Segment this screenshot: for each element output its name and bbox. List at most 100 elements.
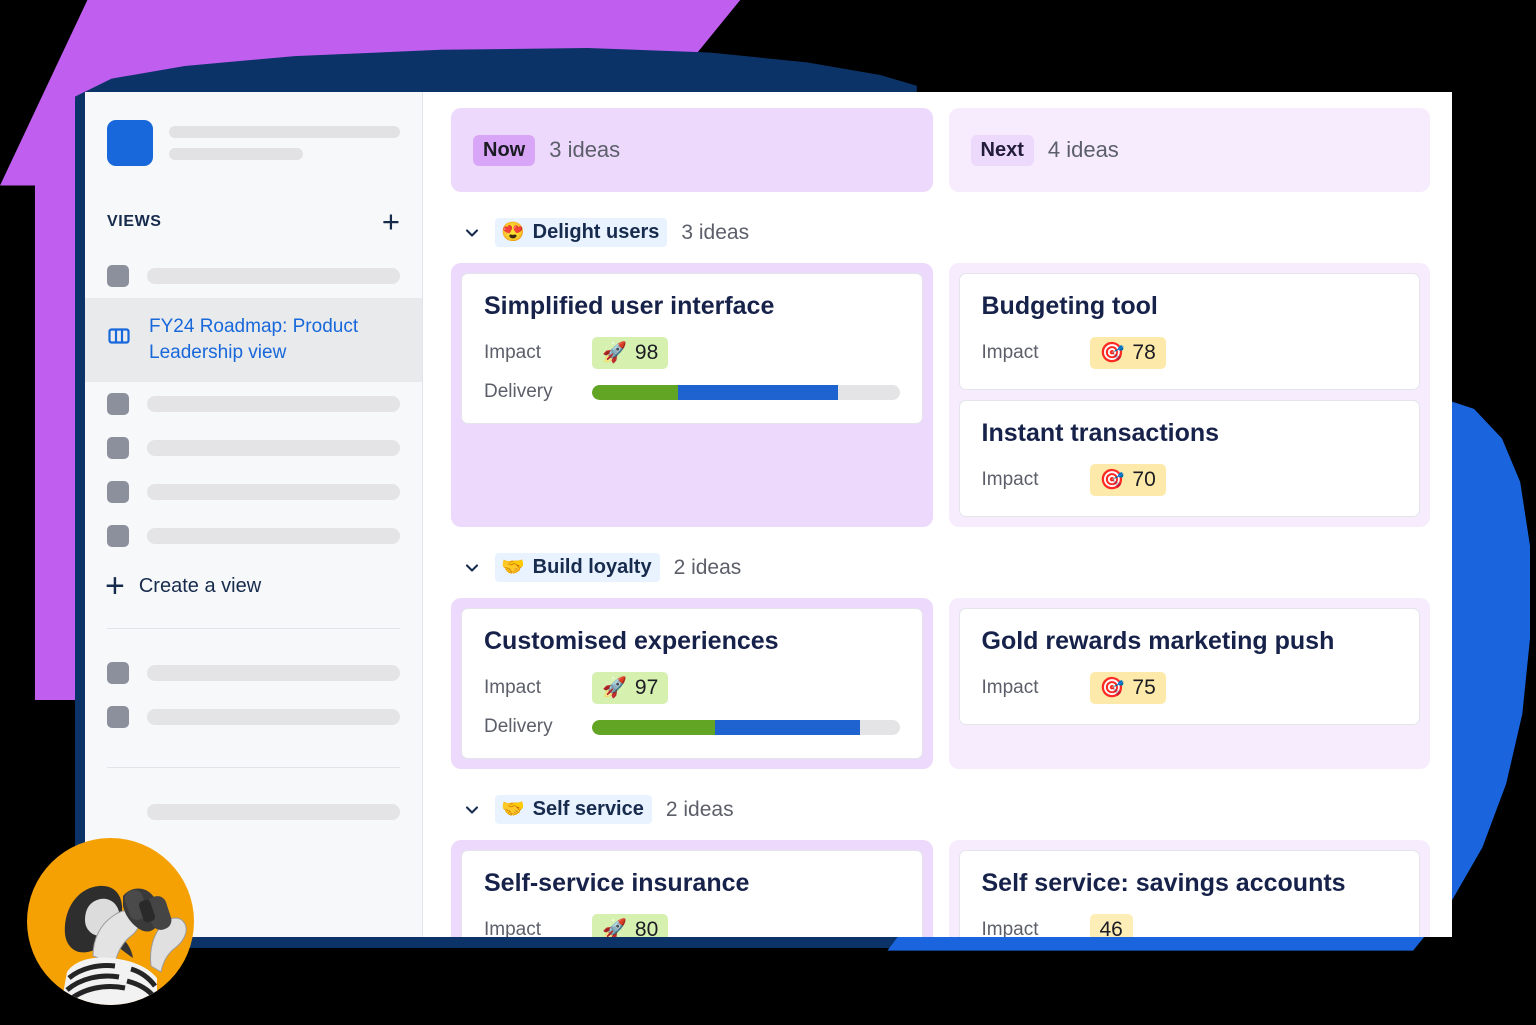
plus-icon: + (105, 567, 125, 605)
card-title: Self-service insurance (484, 869, 750, 897)
delivery-label: Delivery (484, 716, 553, 737)
idea-card[interactable]: Simplified user interface Impact 🚀 98 De… (461, 273, 923, 424)
sidebar-item-placeholder[interactable] (85, 254, 422, 298)
group-lanes: Self-service insurance Impact 🚀 80 Self … (451, 840, 1430, 937)
group-lanes: Simplified user interface Impact 🚀 98 De… (451, 263, 1430, 527)
delivery-label: Delivery (484, 381, 553, 402)
board-group-delight-users: 😍 Delight users 3 ideas Simplified user … (423, 192, 1452, 527)
sidebar-item-fy24-roadmap[interactable]: FY24 Roadmap: Product Leadership view (85, 298, 422, 382)
impact-badge[interactable]: 🎯 70 (1089, 464, 1166, 496)
column-pill-next: Next (970, 134, 1034, 166)
skeleton-line (147, 665, 400, 681)
column-count-now: 3 ideas (549, 137, 621, 162)
column-pill-now: Now (473, 134, 536, 166)
card-title: Gold rewards marketing push (981, 627, 1335, 655)
delivery-segment-progress (715, 719, 860, 735)
sidebar-views-list: FY24 Roadmap: Product Leadership view (85, 254, 422, 558)
sidebar-item-placeholder[interactable] (85, 695, 422, 739)
lane-next: Self service: savings accounts Impact 46 (948, 840, 1430, 937)
sidebar-item-placeholder[interactable] (85, 382, 422, 426)
impact-label: Impact (484, 342, 542, 363)
sidebar-item-placeholder[interactable] (85, 651, 422, 695)
group-tag-chip[interactable]: 🤝 Build loyalty (495, 553, 660, 582)
person-with-binoculars-avatar (27, 838, 194, 1005)
impact-value: 75 (1132, 676, 1156, 699)
skeleton-line (147, 528, 400, 544)
rocket-icon: 🚀 (602, 919, 627, 937)
delivery-progress-bar (592, 384, 900, 400)
card-impact-row: Impact 🎯 78 (982, 337, 1398, 369)
idea-card[interactable]: Budgeting tool Impact 🎯 78 (958, 273, 1420, 390)
sidebar-workspace-header[interactable] (85, 92, 422, 166)
idea-card[interactable]: Customised experiences Impact 🚀 97 Deliv… (461, 608, 923, 759)
smiling-face-with-hearts-icon: 😍 (501, 222, 525, 243)
group-header[interactable]: 🤝 Self service 2 ideas (451, 769, 1430, 824)
chevron-down-icon[interactable] (463, 224, 481, 242)
board-columns-icon (107, 324, 131, 348)
group-tag-chip[interactable]: 😍 Delight users (495, 218, 668, 247)
card-impact-row: Impact 🚀 98 (484, 337, 900, 369)
create-a-view-button[interactable]: + Create a view (85, 558, 422, 605)
chevron-down-icon[interactable] (463, 801, 481, 819)
sidebar-item-placeholder[interactable] (85, 790, 422, 834)
column-header-now[interactable]: Now 3 ideas (451, 108, 933, 192)
delivery-segment-progress (678, 384, 838, 400)
rocket-icon: 🚀 (602, 342, 627, 364)
sidebar-item-placeholder[interactable] (85, 514, 422, 558)
handshake-icon: 🤝 (501, 799, 525, 820)
impact-badge[interactable]: 🚀 98 (592, 337, 669, 369)
impact-label: Impact (981, 342, 1039, 363)
lane-now: Simplified user interface Impact 🚀 98 De… (451, 263, 933, 527)
impact-badge[interactable]: 🎯 78 (1089, 337, 1166, 369)
sidebar-item-label: FY24 Roadmap: Product Leadership view (149, 316, 359, 363)
screenshot-stage: VIEWS + FY24 Roadmap: Product Leadership… (0, 0, 1536, 1025)
card-impact-row: Impact 🚀 97 (484, 672, 900, 704)
card-impact-row: Impact 🎯 70 (982, 464, 1398, 496)
group-count: 3 ideas (681, 220, 750, 244)
card-impact-row: Impact 46 (982, 914, 1398, 937)
group-header[interactable]: 😍 Delight users 3 ideas (451, 192, 1430, 247)
sidebar-tertiary-list (85, 790, 422, 834)
add-view-plus-icon[interactable]: + (382, 206, 400, 237)
board-area: Now 3 ideas Next 4 ideas 😍 Delight users (423, 92, 1452, 937)
skeleton-line (147, 268, 400, 284)
idea-card[interactable]: Self service: savings accounts Impact 46 (958, 850, 1420, 937)
board-group-build-loyalty: 🤝 Build loyalty 2 ideas Customised exper… (423, 527, 1452, 769)
lane-next: Gold rewards marketing push Impact 🎯 75 (948, 598, 1430, 769)
impact-badge[interactable]: 🚀 80 (592, 914, 669, 937)
column-header-next[interactable]: Next 4 ideas (948, 108, 1430, 192)
skeleton-line (169, 148, 303, 160)
impact-value: 70 (1132, 468, 1156, 491)
rocket-icon: 🚀 (602, 677, 627, 699)
group-count: 2 ideas (665, 797, 734, 821)
sidebar-item-placeholder[interactable] (85, 426, 422, 470)
sidebar-divider (107, 628, 400, 629)
skeleton-line (147, 804, 400, 820)
impact-badge[interactable]: 🎯 75 (1089, 672, 1166, 704)
view-type-icon (107, 393, 129, 415)
workspace-logo-icon (107, 120, 153, 166)
sidebar-divider (107, 767, 400, 768)
impact-badge[interactable]: 🚀 97 (592, 672, 669, 704)
group-header[interactable]: 🤝 Build loyalty 2 ideas (451, 527, 1430, 582)
dart-target-icon: 🎯 (1099, 469, 1125, 491)
sidebar-secondary-list (85, 651, 422, 739)
impact-value: 46 (1099, 918, 1123, 937)
group-tag-chip[interactable]: 🤝 Self service (495, 795, 652, 824)
app-window: VIEWS + FY24 Roadmap: Product Leadership… (85, 92, 1452, 937)
views-heading: VIEWS (107, 213, 162, 230)
board-group-self-service: 🤝 Self service 2 ideas Self-service insu… (423, 769, 1452, 937)
skeleton-line (147, 484, 400, 500)
sidebar-item-placeholder[interactable] (85, 470, 422, 514)
idea-card[interactable]: Self-service insurance Impact 🚀 80 (461, 850, 923, 937)
idea-card[interactable]: Gold rewards marketing push Impact 🎯 75 (958, 608, 1420, 725)
idea-card[interactable]: Instant transactions Impact 🎯 70 (958, 400, 1420, 517)
impact-value: 78 (1132, 341, 1156, 364)
group-tag-label: Self service (532, 798, 644, 820)
impact-badge[interactable]: 46 (1089, 914, 1133, 937)
skeleton-line (169, 126, 400, 138)
delivery-segment-done (592, 384, 679, 400)
view-type-icon (107, 662, 129, 684)
group-tag-label: Delight users (532, 221, 660, 243)
chevron-down-icon[interactable] (463, 559, 481, 577)
